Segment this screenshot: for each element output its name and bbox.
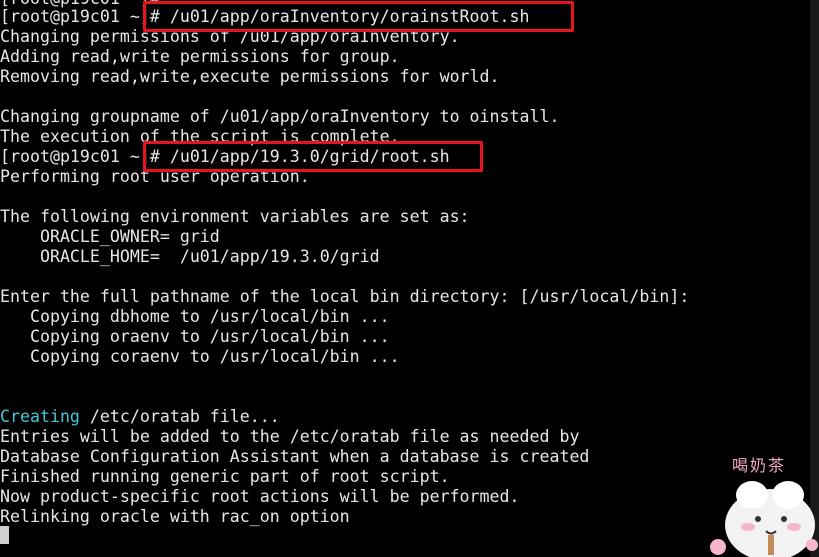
- terminal-line: Enter the full pathname of the local bin…: [0, 287, 690, 306]
- terminal-line: Removing read,write,execute permissions …: [0, 67, 500, 86]
- terminal-line: Copying oraenv to /usr/local/bin ...: [0, 327, 390, 346]
- terminal-line: Adding read,write permissions for group.: [0, 47, 400, 66]
- terminal-line: Copying dbhome to /usr/local/bin ...: [0, 307, 390, 326]
- terminal-line: ORACLE_HOME= /u01/app/19.3.0/grid: [0, 247, 380, 266]
- terminal-line: The following environment variables are …: [0, 207, 470, 226]
- terminal-line-creating: Creating /etc/oratab file...: [0, 407, 280, 427]
- terminal-line: Database Configuration Assistant when a …: [0, 447, 590, 466]
- creating-rest: /etc/oratab file...: [79, 407, 280, 426]
- highlight-box-orainstroot: [143, 1, 574, 32]
- text-cursor: [0, 526, 9, 544]
- terminal-window[interactable]: [root@p19c01 ~]# [root@p19c01 ~]# /u01/a…: [0, 0, 819, 557]
- terminal-line: ORACLE_OWNER= grid: [0, 227, 220, 246]
- terminal-line: Now product-specific root actions will b…: [0, 487, 520, 506]
- terminal-line: Finished running generic part of root sc…: [0, 467, 450, 486]
- terminal-line: Entries will be added to the /etc/oratab…: [0, 427, 580, 446]
- terminal-line: Copying coraenv to /usr/local/bin ...: [0, 347, 400, 366]
- terminal-line: Changing groupname of /u01/app/oraInvent…: [0, 107, 560, 126]
- creating-keyword: Creating: [0, 407, 80, 426]
- sticker-caption: 喝奶茶: [732, 456, 787, 475]
- highlight-box-root-sh: [143, 141, 483, 172]
- terminal-line: Relinking oracle with rac_on option: [0, 507, 350, 526]
